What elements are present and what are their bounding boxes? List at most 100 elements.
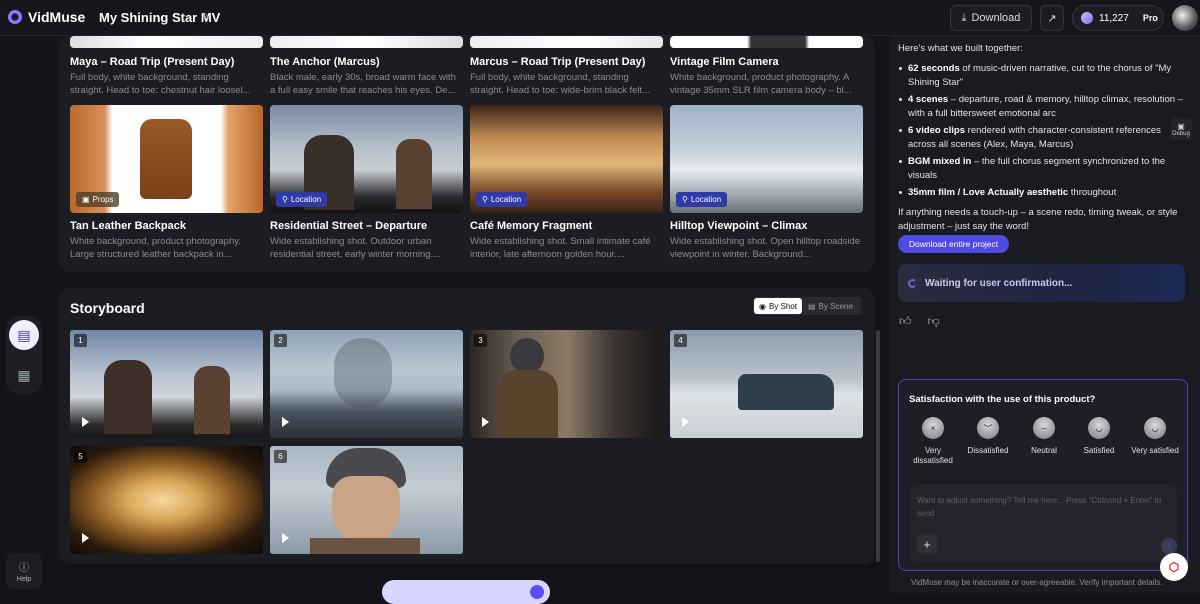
asset-title[interactable]: Vintage Film Camera: [670, 56, 779, 68]
summary-bold: 62 seconds: [908, 63, 960, 74]
plan-badge: Pro: [1142, 13, 1158, 23]
play-icon[interactable]: [282, 533, 289, 543]
asset-thumbnail-camera[interactable]: [670, 36, 863, 48]
rating-satisfied[interactable]: ◡ Satisfied: [1073, 417, 1125, 456]
rating-label: Very satisfied: [1131, 446, 1179, 455]
asset-title[interactable]: Residential Street – Departure: [270, 220, 427, 232]
very-satisfied-face-icon: ◡: [1144, 417, 1166, 439]
asset-thumbnail-cafe[interactable]: ⚲ Location: [470, 105, 663, 213]
asset-thumbnail-street[interactable]: ⚲ Location: [270, 105, 463, 213]
rail-nav-group: ▤ ▦: [6, 316, 42, 394]
asset-title[interactable]: Maya – Road Trip (Present Day): [70, 56, 234, 68]
edit-pencil-icon[interactable]: ✎: [202, 12, 210, 23]
asset-description: Black male, early 30s, broad warm face w…: [270, 72, 456, 96]
tag-label: Location: [490, 195, 522, 204]
spinner-icon: [908, 278, 917, 288]
by-scene-label: By Scene: [818, 301, 853, 311]
credits-badge[interactable]: 11,227 Pro: [1072, 5, 1164, 31]
credits-count: 11,227: [1099, 12, 1129, 24]
storyboard-shot[interactable]: 4: [670, 330, 863, 438]
main-scrollbar[interactable]: [876, 330, 880, 562]
shot-number: 6: [274, 450, 287, 463]
asset-thumbnail-hilltop[interactable]: ⚲ Location: [670, 105, 863, 213]
by-scene-tab[interactable]: ▤ By Scene: [803, 302, 858, 311]
storyboard-shot[interactable]: 5: [70, 446, 263, 554]
satisfaction-survey: Satisfaction with the use of this produc…: [898, 379, 1188, 571]
storyboard-shot[interactable]: 2: [270, 330, 463, 438]
summary-list: 62 seconds of music-driven narrative, cu…: [898, 62, 1188, 200]
debug-button[interactable]: ▣ Debug: [1170, 118, 1192, 140]
asset-thumbnail-anchor[interactable]: [270, 36, 463, 48]
rating-label: Satisfied: [1083, 446, 1115, 455]
asset-title[interactable]: Marcus – Road Trip (Present Day): [470, 56, 645, 68]
asset-title[interactable]: The Anchor (Marcus): [270, 56, 380, 68]
play-icon[interactable]: [82, 533, 89, 543]
asset-thumbnail-maya[interactable]: [70, 36, 263, 48]
reflection-face: [334, 338, 392, 408]
asset-description: Wide establishing shot. Outdoor urban re…: [270, 236, 442, 260]
play-icon[interactable]: [82, 417, 89, 427]
summary-bold: 6 video clips: [908, 125, 966, 136]
location-tag: ⚲ Location: [476, 192, 528, 207]
location-pin-icon: ⚲: [282, 195, 288, 204]
person-silhouette: [194, 366, 230, 434]
app-logo[interactable]: VidMuse: [8, 9, 85, 25]
backpack-image: [140, 119, 192, 199]
summary-bold: 4 scenes: [908, 94, 949, 105]
storyboard-nav-button[interactable]: ▦: [9, 360, 39, 390]
asset-thumbnail-marcus[interactable]: [470, 36, 663, 48]
rating-dissatisfied[interactable]: ︶ Dissatisfied: [962, 417, 1014, 456]
cube-icon: ▣: [82, 195, 90, 204]
face-shape: [332, 476, 400, 542]
user-avatar[interactable]: [1172, 5, 1198, 31]
storyboard-shot[interactable]: 3: [470, 330, 663, 438]
asset-title[interactable]: Tan Leather Backpack: [70, 220, 186, 232]
pdf-icon[interactable]: ⬡: [1160, 553, 1188, 581]
thumbs-up-icon[interactable]: 👍︎: [899, 314, 912, 329]
rating-neutral[interactable]: – Neutral: [1018, 417, 1070, 456]
location-tag: ⚲ Location: [676, 192, 728, 207]
neutral-face-icon: –: [1033, 417, 1055, 439]
storyboard-shot[interactable]: 6: [270, 446, 463, 554]
waiting-status: Waiting for user confirmation...: [898, 264, 1185, 302]
download-button[interactable]: ⤓ Download: [950, 5, 1032, 31]
summary-item: 62 seconds of music-driven narrative, cu…: [898, 62, 1188, 90]
waiting-text: Waiting for user confirmation...: [925, 277, 1073, 289]
feedback-buttons: 👍︎ 👎︎: [899, 314, 940, 329]
play-icon[interactable]: [482, 417, 489, 427]
props-tag: ▣ Props: [76, 192, 120, 207]
tag-label: Location: [690, 195, 722, 204]
play-icon[interactable]: [282, 417, 289, 427]
download-project-button[interactable]: Download entire project: [898, 235, 1009, 253]
satisfied-face-icon: ◡: [1088, 417, 1110, 439]
storyboard-title: Storyboard: [70, 300, 145, 316]
message-input[interactable]: Want to adjust something? Tell me here..…: [909, 484, 1177, 562]
help-label: Help: [16, 576, 32, 583]
by-shot-tab[interactable]: ◉ By Shot: [754, 298, 802, 314]
storyboard-shot[interactable]: 1: [70, 330, 263, 438]
dissatisfied-face-icon: ︶: [977, 417, 999, 439]
rating-very-satisfied[interactable]: ◡ Very satisfied: [1129, 417, 1181, 456]
credits-coin-icon: [1081, 12, 1093, 24]
rating-label: Dissatisfied: [967, 446, 1009, 455]
help-button[interactable]: ⓘ Help: [6, 553, 42, 589]
location-pin-icon: ⚲: [682, 195, 688, 204]
summary-item: 4 scenes – departure, road & memory, hil…: [898, 93, 1188, 121]
action-dot-icon: [530, 585, 544, 599]
send-button[interactable]: ↑: [1161, 538, 1177, 554]
play-icon[interactable]: [682, 417, 689, 427]
asset-description: Wide establishing shot. Open hilltop roa…: [670, 236, 861, 260]
asset-thumbnail-backpack[interactable]: ▣ Props: [70, 105, 263, 213]
thumbs-down-icon[interactable]: 👎︎: [928, 314, 940, 329]
document-nav-button[interactable]: ▤: [9, 320, 39, 350]
open-external-button[interactable]: ↗: [1040, 5, 1064, 31]
message-closing: If anything needs a touch-up – a scene r…: [898, 207, 1178, 232]
asset-description: Full body, white background, standing st…: [70, 72, 251, 96]
asset-title[interactable]: Hilltop Viewpoint – Climax: [670, 220, 807, 232]
attach-button[interactable]: +: [917, 534, 937, 554]
bottom-action-pill[interactable]: [382, 580, 550, 604]
rating-very-dissatisfied[interactable]: × Very dissatisfied: [907, 417, 959, 466]
debug-icon: ▣: [1177, 121, 1185, 131]
disclaimer: VidMuse may be inaccurate or over-agreea…: [911, 578, 1163, 587]
asset-title[interactable]: Café Memory Fragment: [470, 220, 592, 232]
